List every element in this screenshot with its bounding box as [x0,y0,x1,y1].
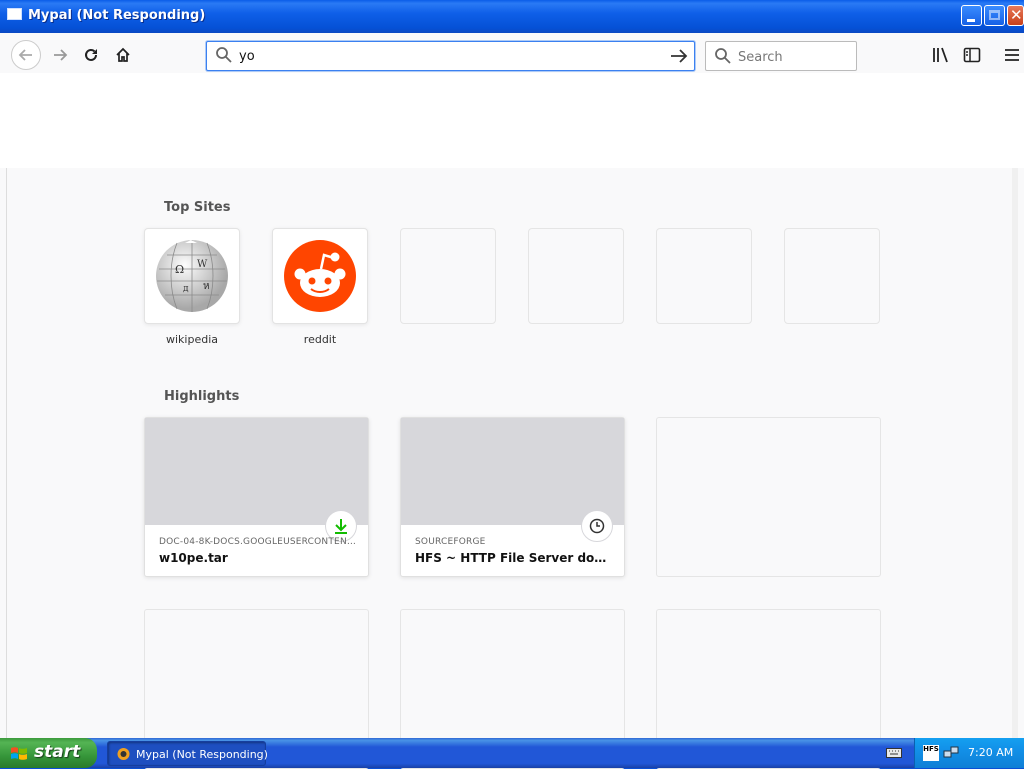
forward-arrow-icon [54,49,68,61]
reload-icon [85,48,97,61]
search-input[interactable] [738,48,848,66]
topsite-label-reddit[interactable]: reddit [272,333,368,346]
start-label: start [34,742,81,762]
new-tab-page: Top Sites Ω W ห д wikipedia reddit Highl… [6,168,1018,769]
back-arrow-icon [18,49,32,61]
forward-button[interactable] [45,40,75,70]
restore-icon [989,10,1000,20]
windows-flag-icon [11,747,27,760]
home-icon [116,47,130,62]
topsite-label-wikipedia[interactable]: wikipedia [144,333,240,346]
minimize-icon [967,19,975,22]
svg-text:Ω: Ω [175,263,184,276]
search-icon [216,47,232,63]
reddit-alien-icon [284,240,356,312]
topsite-empty[interactable] [528,228,624,324]
library-icon[interactable] [931,45,951,65]
highlight-empty [656,417,881,577]
highlight-title: w10pe.tar [159,551,228,565]
mypal-icon [117,748,130,760]
topsite-reddit[interactable] [272,228,368,324]
network-icon[interactable] [943,745,959,761]
clock-icon [589,518,605,534]
taskbar-item-mypal[interactable]: Mypal (Not Responding) [107,741,268,766]
topsite-empty[interactable] [656,228,752,324]
scrollbar[interactable] [1012,168,1018,738]
system-tray: HFS 7:20 AM [914,738,1024,768]
search-bar[interactable] [705,41,857,71]
search-icon [715,48,731,64]
highlight-title: HFS ~ HTTP File Server downloa… [415,551,613,565]
sidebar-icon[interactable] [962,45,982,65]
taskbar: start Mypal (Not Responding) HFS 7:20 AM [0,738,1024,768]
app-icon [7,8,22,20]
url-input[interactable] [239,47,659,65]
window-titlebar[interactable]: Mypal (Not Responding) ✕ [0,0,1024,33]
close-icon: ✕ [1010,6,1023,24]
hamburger-menu-icon[interactable] [1002,45,1022,65]
topsite-empty[interactable] [784,228,880,324]
notification-area [0,73,1024,168]
clock: 7:20 AM [968,746,1014,759]
highlight-card[interactable]: DOC-04-8K-DOCS.GOOGLEUSERCONTEN… w10pe.t… [144,417,369,577]
nav-toolbar [0,33,1024,73]
topsite-empty[interactable] [400,228,496,324]
window-title: Mypal (Not Responding) [28,8,206,23]
keyboard-icon[interactable] [886,747,902,759]
maximize-button[interactable] [984,5,1005,26]
highlight-source: DOC-04-8K-DOCS.GOOGLEUSERCONTEN… [159,537,357,547]
highlight-thumbnail [401,418,624,525]
highlight-card[interactable]: SOURCEFORGE HFS ~ HTTP File Server downl… [400,417,625,577]
highlight-thumbnail [145,418,368,525]
browser-window: Top Sites Ω W ห д wikipedia [0,33,1024,769]
topsite-wikipedia[interactable]: Ω W ห д [144,228,240,324]
highlights-heading: Highlights [164,389,240,404]
download-icon [335,519,347,534]
home-button[interactable] [108,40,138,70]
svg-text:ห: ห [203,281,210,292]
close-button[interactable]: ✕ [1007,5,1024,26]
hfs-tray-icon[interactable]: HFS [923,745,939,761]
top-sites-heading: Top Sites [164,200,231,215]
svg-text:д: д [183,284,189,294]
minimize-button[interactable] [961,5,982,26]
taskbar-item-label: Mypal (Not Responding) [136,748,268,761]
start-button[interactable]: start [0,738,97,768]
svg-text:W: W [197,259,208,270]
go-arrow-icon[interactable] [669,46,689,66]
back-button[interactable] [11,40,41,70]
url-bar[interactable] [206,41,695,71]
highlight-source: SOURCEFORGE [415,537,486,547]
reload-button[interactable] [76,40,106,70]
wikipedia-globe-icon: Ω W ห д [156,240,228,312]
